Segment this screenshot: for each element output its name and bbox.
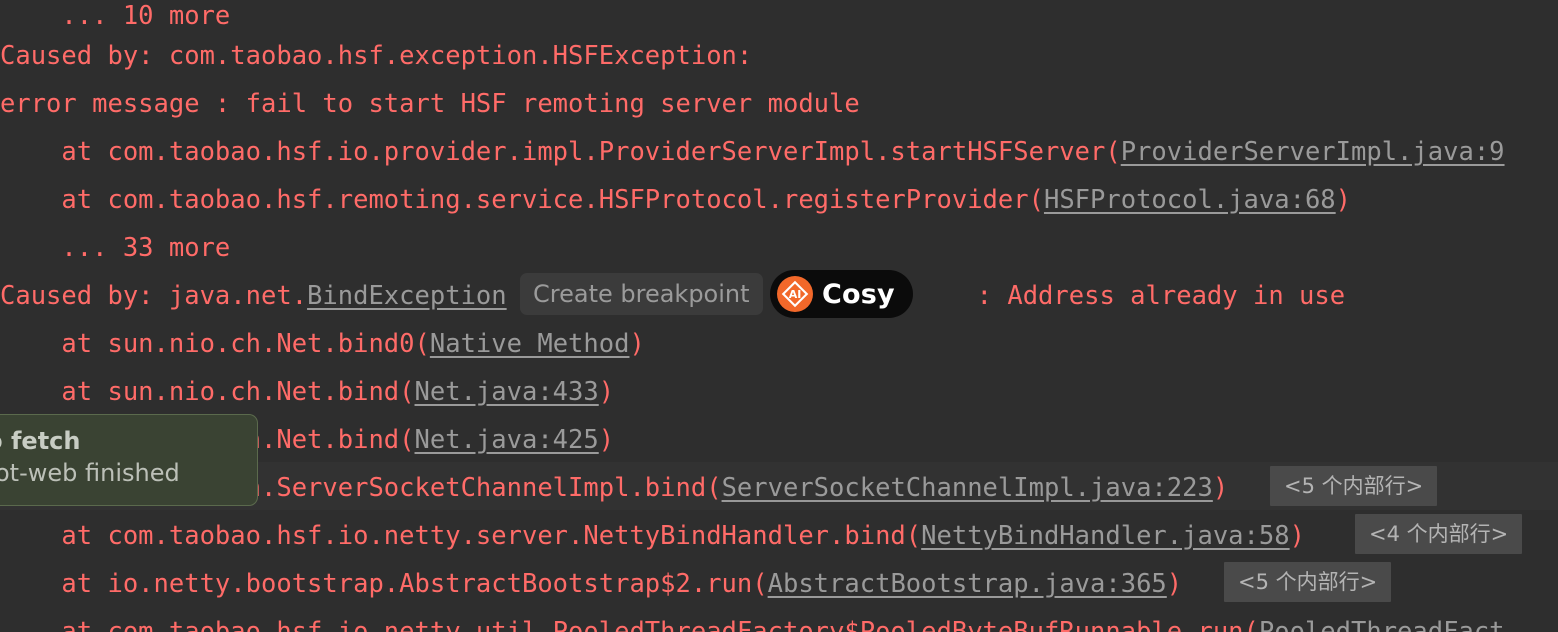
console-line-tail: )	[1289, 521, 1305, 551]
console-line-text: at com.taobao.hsf.remoting.service.HSFPr…	[0, 185, 1044, 215]
console-line-text: Caused by: java.net.	[0, 281, 308, 311]
console-line-text: ... 10 more	[0, 1, 231, 31]
console-line: at com.taobao.hsf.io.netty.server.NettyB…	[0, 512, 1558, 560]
console-line-text: Caused by: com.taobao.hsf.exception.HSFE…	[0, 41, 753, 71]
console-line: at com.taobao.hsf.io.netty.util.PooledTh…	[0, 608, 1558, 632]
exception-message: : Address already in use	[976, 281, 1346, 311]
collapsed-frames-badge[interactable]: <4 个内部行>	[1355, 514, 1523, 554]
stack-frame-link[interactable]: BindException	[307, 281, 507, 311]
console-line-tail: )	[598, 425, 615, 455]
stack-frame-link[interactable]: NettyBindHandler.java:58	[921, 521, 1289, 551]
console-line-text: at sun.nio.ch.Net.bind0(	[0, 329, 430, 359]
console-line-tail: )	[1212, 473, 1229, 503]
svg-text:AI: AI	[789, 288, 802, 301]
stack-frame-link[interactable]: Net.java:425	[415, 425, 599, 455]
console-line: at com.taobao.hsf.io.provider.impl.Provi…	[0, 128, 1558, 176]
notification-body: xos-iot-web finished	[0, 459, 180, 487]
console-output-panel[interactable]: ... 10 more Caused by: com.taobao.hsf.exc…	[0, 0, 1558, 632]
console-line: ... 33 more	[0, 224, 1558, 272]
console-line: at sun.nio.ch.Net.bind0(Native Method)	[0, 320, 1558, 368]
console-line-text: at io.netty.bootstrap.AbstractBootstrap$…	[0, 569, 768, 599]
stack-frame-link[interactable]: ServerSocketChannelImpl.java:223	[722, 473, 1213, 503]
console-line: Caused by: com.taobao.hsf.exception.HSFE…	[0, 32, 1558, 80]
stack-frame-link[interactable]: PooledThreadFact	[1259, 617, 1505, 632]
create-breakpoint-chip[interactable]: Create breakpoint	[520, 273, 763, 315]
console-line-tail: )	[629, 329, 645, 359]
ide-console-screenshot: ... 10 more Caused by: com.taobao.hsf.exc…	[0, 0, 1558, 632]
cosy-label: Cosy	[822, 278, 895, 310]
console-line-tail: )	[1166, 569, 1183, 599]
stack-frame-link[interactable]: AbstractBootstrap.java:365	[768, 569, 1167, 599]
console-line: at sun.nio.ch.Net.bind(Net.java:433)	[0, 368, 1558, 416]
console-line-text: at sun.nio.ch.Net.bind(	[0, 377, 415, 407]
stack-frame-link[interactable]: Net.java:433	[415, 377, 599, 407]
console-line-text: at com.taobao.hsf.io.netty.util.PooledTh…	[0, 617, 1259, 632]
collapsed-frames-badge[interactable]: <5 个内部行>	[1270, 466, 1438, 506]
stack-frame-link[interactable]: HSFProtocol.java:68	[1044, 185, 1336, 215]
cosy-ai-diamond-icon: AI	[777, 276, 813, 312]
console-line-text: ... 33 more	[0, 233, 231, 263]
notification-title: Auto fetch	[0, 427, 81, 455]
cosy-ai-button[interactable]: AI Cosy	[770, 270, 913, 318]
stack-frame-link[interactable]: ProviderServerImpl.java:9	[1121, 137, 1505, 167]
console-line-text: error message : fail to start HSF remoti…	[0, 89, 860, 119]
console-line-tail: )	[1335, 185, 1352, 215]
console-line: error message : fail to start HSF remoti…	[0, 80, 1558, 128]
console-line: at com.taobao.hsf.remoting.service.HSFPr…	[0, 176, 1558, 224]
console-line-tail: )	[598, 377, 615, 407]
console-line-text: at com.taobao.hsf.io.provider.impl.Provi…	[0, 137, 1121, 167]
auto-fetch-notification[interactable]: Auto fetch xos-iot-web finished	[0, 414, 258, 506]
console-line-text: at com.taobao.hsf.io.netty.server.NettyB…	[0, 521, 922, 551]
collapsed-frames-badge[interactable]: <5 个内部行>	[1224, 562, 1392, 602]
stack-frame-link[interactable]: Native Method	[430, 329, 630, 359]
